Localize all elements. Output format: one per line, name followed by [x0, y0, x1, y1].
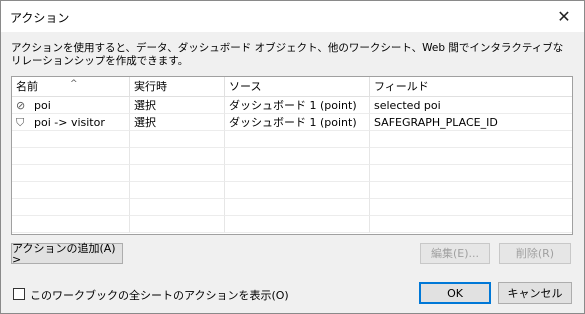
column-header-name[interactable]: 名前 ^	[12, 77, 130, 97]
empty-row	[12, 165, 572, 182]
filter-icon: ⛉	[16, 116, 25, 129]
dialog-title: アクション	[10, 11, 70, 25]
column-header-field[interactable]: フィールド	[370, 77, 572, 97]
add-action-button[interactable]: アクションの追加(A) >	[11, 243, 123, 265]
sort-ascending-icon: ^	[70, 79, 78, 89]
close-icon[interactable]: ✕	[544, 1, 584, 32]
actions-dialog: アクション ✕ アクションを使用すると、データ、ダッシュボード オブジェクト、他…	[0, 0, 585, 314]
action-field: SAFEGRAPH_PLACE_ID	[370, 114, 572, 131]
actions-table: 名前 ^ 実行時 ソース フィールド ⊘ poi 選択 ダッシュボード 1 (po…	[11, 76, 573, 235]
show-all-checkbox-label[interactable]: このワークブックの全シートのアクションを表示(O)	[30, 287, 289, 303]
empty-row	[12, 199, 572, 216]
show-all-checkbox[interactable]	[13, 288, 25, 300]
action-name: poi -> visitor	[34, 116, 105, 129]
column-header-source[interactable]: ソース	[225, 77, 370, 97]
delete-button[interactable]: 削除(R)	[499, 243, 571, 264]
action-source: ダッシュボード 1 (point)	[225, 97, 370, 114]
ok-button[interactable]: OK	[419, 282, 491, 304]
dialog-description: アクションを使用すると、データ、ダッシュボード オブジェクト、他のワークシート、…	[11, 42, 564, 67]
title-bar: アクション ✕	[1, 1, 584, 32]
empty-row	[12, 148, 572, 165]
action-run-on: 選択	[130, 97, 225, 114]
table-row[interactable]: ⊘ poi 選択 ダッシュボード 1 (point) selected poi	[12, 97, 572, 114]
action-name: poi	[34, 99, 51, 112]
empty-row	[12, 182, 572, 199]
empty-row	[12, 131, 572, 148]
table-header: 名前 ^ 実行時 ソース フィールド	[12, 77, 572, 97]
action-field: selected poi	[370, 97, 572, 114]
action-run-on: 選択	[130, 114, 225, 131]
edit-button[interactable]: 編集(E)...	[420, 243, 490, 264]
cancel-button[interactable]: キャンセル	[498, 282, 572, 304]
link-icon: ⊘	[16, 99, 26, 112]
table-row[interactable]: ⛉ poi -> visitor 選択 ダッシュボード 1 (point) SAF…	[12, 114, 572, 131]
column-header-run-on[interactable]: 実行時	[130, 77, 225, 97]
action-source: ダッシュボード 1 (point)	[225, 114, 370, 131]
empty-row	[12, 216, 572, 233]
